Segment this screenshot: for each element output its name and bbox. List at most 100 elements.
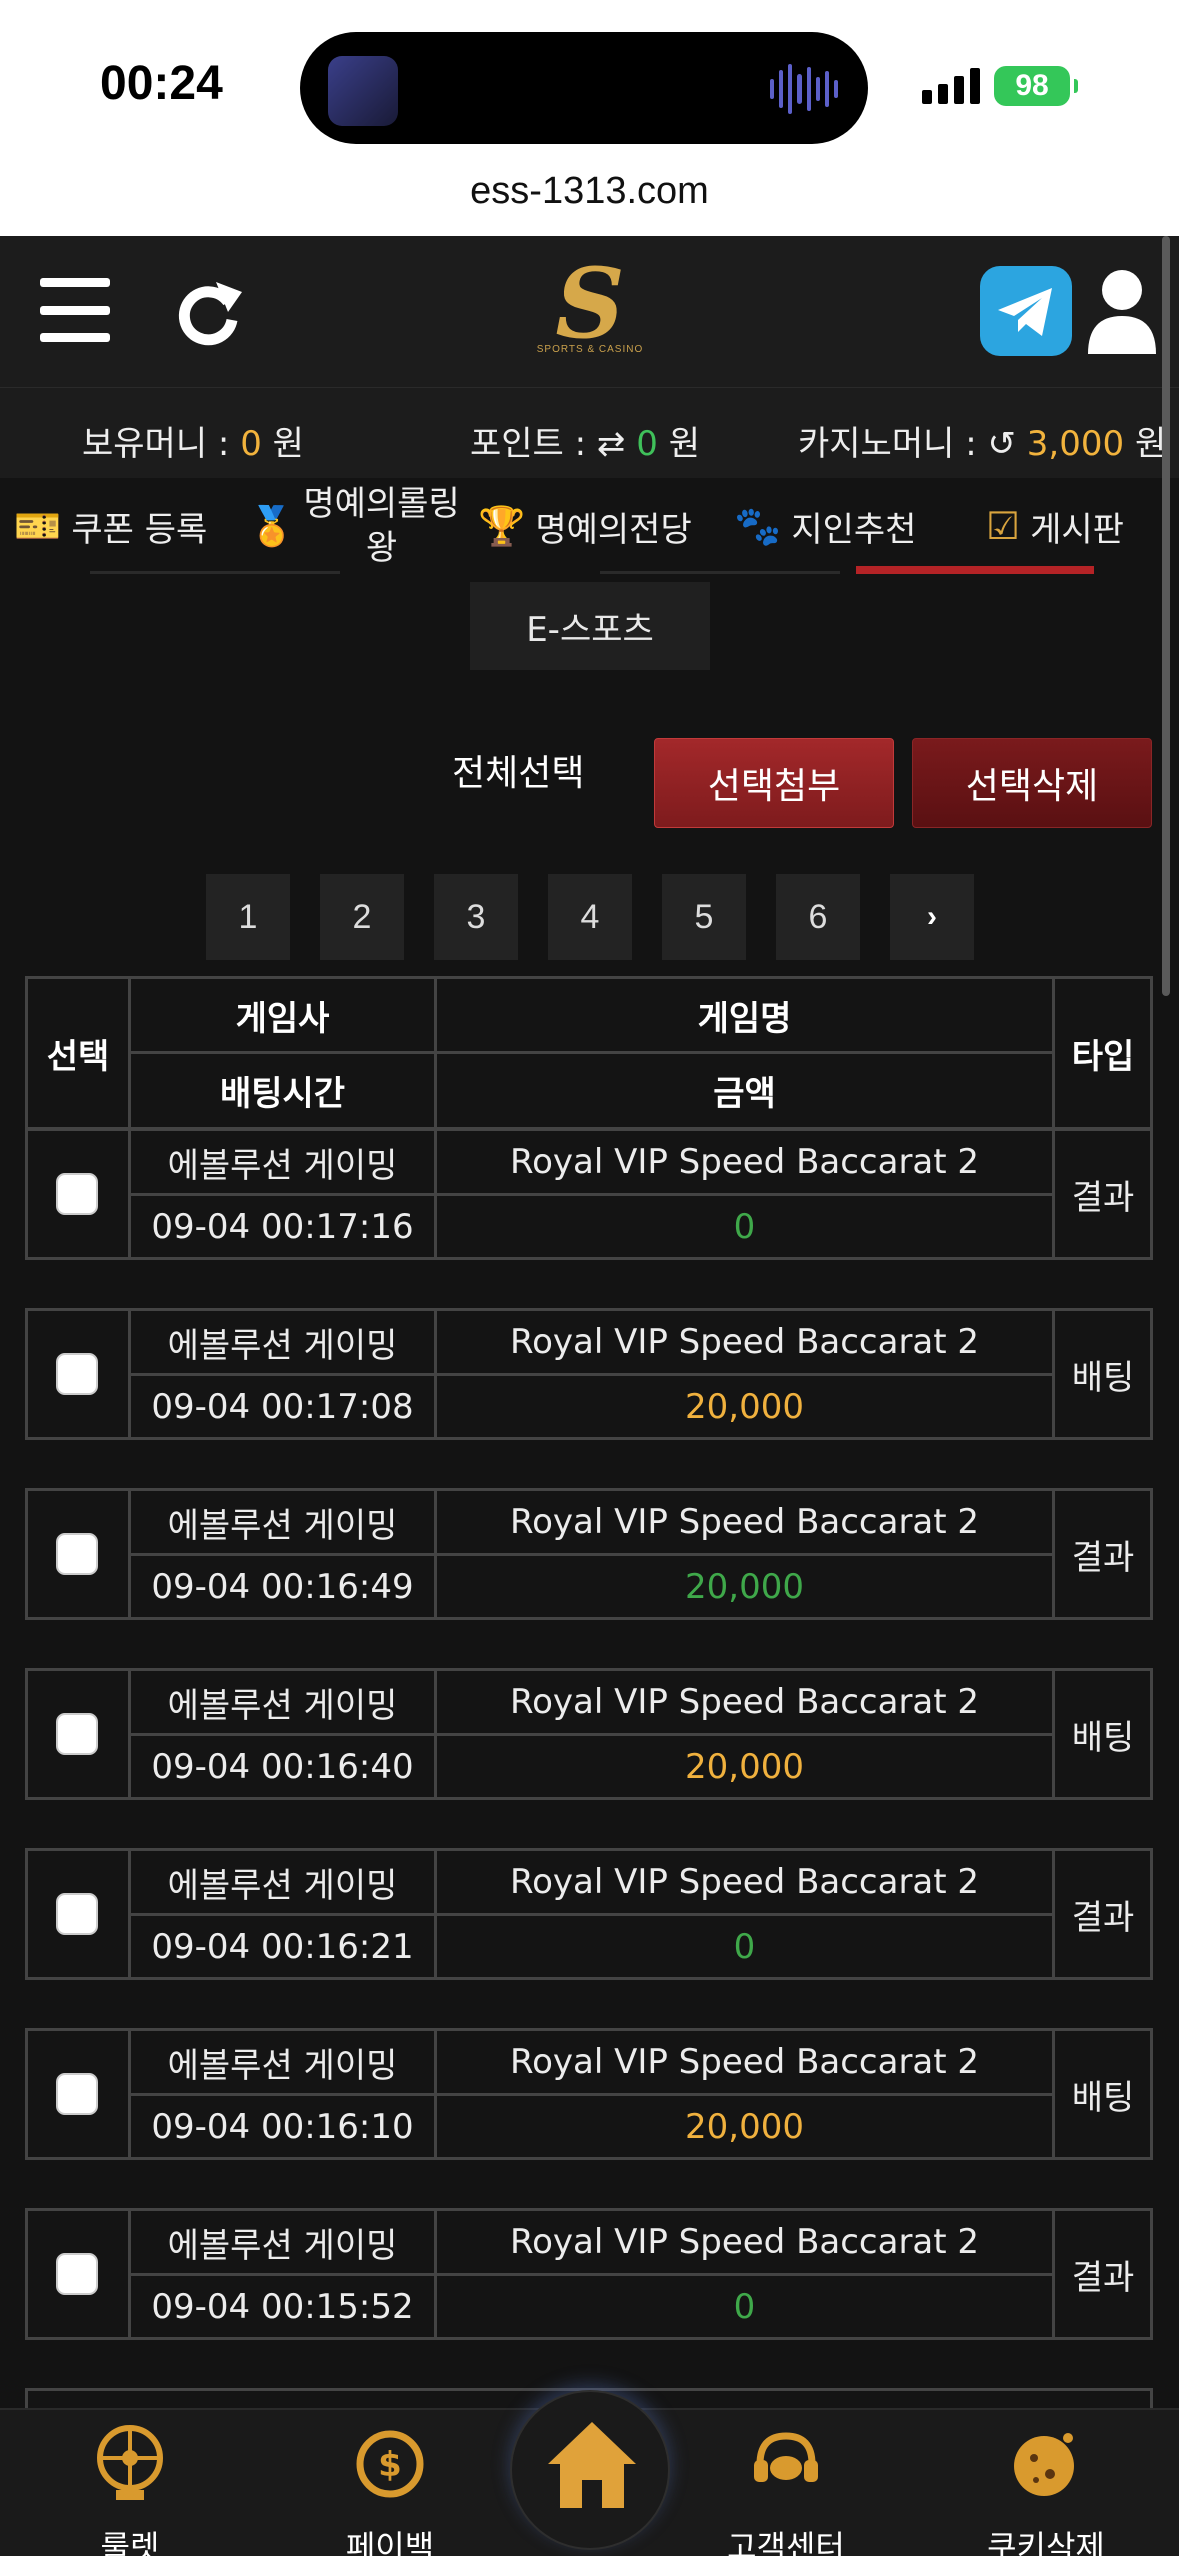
row-type: 배팅 (1071, 1357, 1135, 1398)
table-row: 에볼루션 게이밍 Royal VIP Speed Baccarat 2 09-04 … (25, 2028, 1153, 2160)
menu-icon[interactable] (40, 278, 110, 342)
battery-level: 98 (1015, 69, 1049, 102)
row-amount: 20,000 (685, 1747, 804, 1787)
row-provider: 에볼루션 게이밍 (167, 1145, 398, 1186)
menu-referral[interactable]: 🐾 지인추천 (734, 478, 916, 574)
row-amount: 0 (733, 1927, 756, 1967)
pagination: 1 2 3 4 5 6 › (206, 874, 974, 960)
row-bet-time: 09-04 00:16:10 (151, 2107, 414, 2147)
telegram-icon[interactable] (980, 266, 1072, 356)
refresh-icon[interactable] (176, 272, 246, 352)
points-label: 포인트 : (470, 424, 587, 464)
row-type: 배팅 (1071, 2077, 1135, 2118)
table-row: 에볼루션 게이밍 Royal VIP Speed Baccarat 2 09-04 … (25, 1668, 1153, 1800)
row-game-name: Royal VIP Speed Baccarat 2 (509, 1502, 980, 1542)
menu-board[interactable]: ☑ 게시판 (986, 478, 1124, 574)
tab-divider (90, 571, 340, 574)
row-checkbox[interactable] (56, 2253, 98, 2295)
row-amount: 20,000 (685, 1567, 804, 1607)
site-logo[interactable]: S SPORTS & CASINO (530, 256, 650, 370)
browser-chrome: 00:24 98 ess-1313.com (0, 0, 1179, 236)
page-6-button[interactable]: 6 (776, 874, 860, 960)
select-all-button[interactable]: 전체선택 (452, 744, 584, 796)
menu-hall-label: 명예의전당 (535, 509, 692, 550)
row-checkbox[interactable] (56, 1353, 98, 1395)
row-checkbox[interactable] (56, 1893, 98, 1935)
row-provider: 에볼루션 게이밍 (167, 2225, 398, 2266)
balance-bar: 보유머니 : 0 원 포인트 : ⇄ 0 원 카지노머니 : ↺ 3,000 원 (0, 388, 1179, 478)
friends-icon: 🐾 (734, 503, 782, 548)
address-bar[interactable]: ess-1313.com (0, 170, 1179, 213)
row-provider: 에볼루션 게이밍 (167, 1325, 398, 1366)
menu-coupon[interactable]: 🎫 쿠폰 등록 (14, 478, 207, 574)
row-amount: 0 (733, 2287, 756, 2327)
row-game-name: Royal VIP Speed Baccarat 2 (509, 1862, 980, 1902)
nav-home[interactable] (510, 2390, 670, 2550)
row-game-name: Royal VIP Speed Baccarat 2 (509, 1682, 980, 1722)
row-amount: 20,000 (685, 2107, 804, 2147)
row-bet-time: 09-04 00:15:52 (151, 2287, 414, 2327)
casino-money-value: 3,000 (1026, 424, 1125, 464)
row-type: 결과 (1071, 1537, 1135, 1578)
nav-clear-cookies[interactable]: 쿠키삭제 (956, 2424, 1136, 2556)
battery-indicator: 98 (994, 66, 1078, 106)
casino-money: 카지노머니 : ↺ 3,000 원 (798, 416, 1166, 465)
header-provider: 게임사 (235, 998, 330, 1039)
attach-selected-button[interactable]: 선택첨부 (654, 738, 894, 828)
table-header: 선택 게임사 게임명 배팅시간 금액 타입 (25, 976, 1153, 1130)
menu-rolling-label-line2: 왕 (365, 528, 398, 568)
header-bet-time: 배팅시간 (219, 1073, 346, 1114)
row-amount: 20,000 (685, 1387, 804, 1427)
page-2-button[interactable]: 2 (320, 874, 404, 960)
home-icon (548, 2422, 636, 2508)
header-type: 타입 (1071, 1036, 1135, 1077)
row-checkbox[interactable] (56, 1533, 98, 1575)
row-checkbox[interactable] (56, 1713, 98, 1755)
row-type: 결과 (1071, 1177, 1135, 1218)
cellular-signal-icon (922, 66, 980, 104)
page-3-button[interactable]: 3 (434, 874, 518, 960)
audio-wave-icon (770, 62, 838, 116)
headset-icon (754, 2432, 818, 2482)
nav-support[interactable]: 고객센터 (696, 2424, 876, 2556)
row-game-name: Royal VIP Speed Baccarat 2 (509, 1322, 980, 1362)
points-value: 0 (636, 424, 658, 464)
medal-icon: 🏅 (248, 503, 296, 548)
header-game-name: 게임명 (697, 998, 792, 1039)
next-page-button[interactable]: › (890, 874, 974, 960)
payback-icon: $ (356, 2430, 424, 2498)
page-4-button[interactable]: 4 (548, 874, 632, 960)
row-provider: 에볼루션 게이밍 (167, 1685, 398, 1726)
cookie-icon (1014, 2433, 1074, 2496)
roulette-icon (97, 2425, 163, 2500)
table-row: 에볼루션 게이밍 Royal VIP Speed Baccarat 2 09-04 … (25, 1128, 1153, 1260)
menu-rolling-label: 명예의롤링 왕 (303, 482, 459, 570)
menu-hall-of-fame[interactable]: 🏆 명예의전당 (478, 478, 692, 574)
menu-strip: 🎫 쿠폰 등록 🏅 명예의롤링 왕 🏆 명예의전당 🐾 지인추천 ☑ 게시판 (0, 478, 1179, 574)
row-game-name: Royal VIP Speed Baccarat 2 (509, 2042, 980, 2082)
menu-rolling-label-line1: 명예의롤링 (303, 484, 460, 524)
user-icon[interactable] (1082, 266, 1162, 356)
row-provider: 에볼루션 게이밍 (167, 1865, 398, 1906)
table-row: 에볼루션 게이밍 Royal VIP Speed Baccarat 2 09-04 … (25, 1488, 1153, 1620)
scrollbar[interactable] (1162, 236, 1170, 996)
holding-money: 보유머니 : 0 원 (82, 416, 304, 465)
menu-rolling-king[interactable]: 🏅 명예의롤링 왕 (248, 478, 468, 574)
tab-divider (600, 571, 840, 574)
status-time: 00:24 (100, 57, 223, 110)
exchange-icon[interactable]: ⇄ (597, 424, 626, 464)
row-checkbox[interactable] (56, 2073, 98, 2115)
row-checkbox[interactable] (56, 1173, 98, 1215)
delete-selected-button[interactable]: 선택삭제 (912, 738, 1152, 828)
nav-payback[interactable]: $ 페이백 (300, 2424, 480, 2556)
reload-icon[interactable]: ↺ (987, 424, 1016, 464)
page-1-button[interactable]: 1 (206, 874, 290, 960)
tab-esports[interactable]: E-스포츠 (470, 582, 710, 670)
page-5-button[interactable]: 5 (662, 874, 746, 960)
checkbox-icon: ☑ (986, 504, 1021, 548)
nav-roulette[interactable]: 룰렛 (40, 2424, 220, 2556)
table-row: 에볼루션 게이밍 Royal VIP Speed Baccarat 2 09-04 … (25, 2208, 1153, 2340)
row-type: 결과 (1071, 2257, 1135, 2298)
holding-money-label: 보유머니 : (82, 424, 230, 464)
menu-coupon-label: 쿠폰 등록 (71, 509, 208, 550)
